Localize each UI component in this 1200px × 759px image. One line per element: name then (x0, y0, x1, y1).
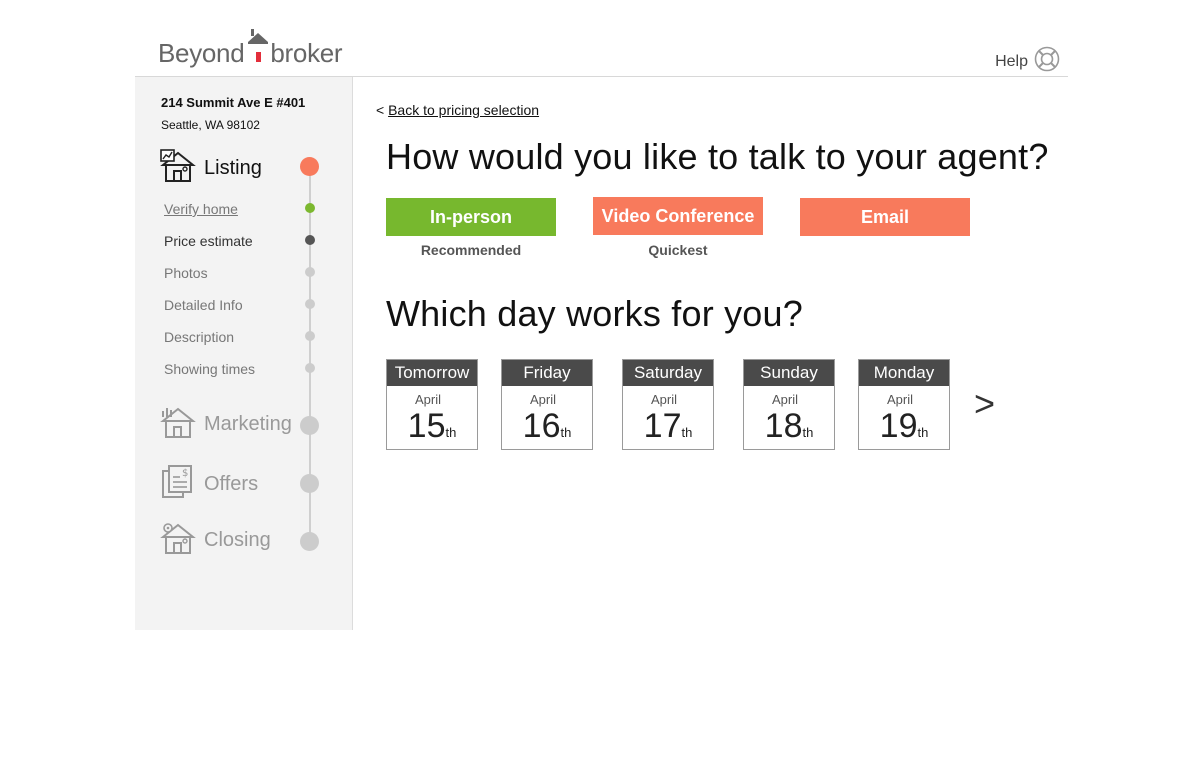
help-button[interactable]: Help (995, 46, 1060, 77)
brand-logo[interactable]: Beyond broker (158, 28, 343, 68)
sidebar-section-label: Listing (204, 157, 262, 179)
day-date: 19th (879, 407, 929, 445)
day-weekday: Tomorrow (387, 360, 477, 386)
day-date: 17th (643, 407, 693, 445)
day-date: 18th (764, 407, 814, 445)
email-button[interactable]: Email (800, 198, 970, 236)
section-status-dot (300, 157, 319, 176)
day-month: April (529, 392, 556, 407)
day-month: April (650, 392, 677, 407)
step-verify-home[interactable]: Verify home (164, 201, 238, 217)
sidebar-section-label: Offers (204, 473, 259, 495)
sidebar-section-label: Closing (204, 529, 271, 551)
step-status-dot (305, 363, 315, 373)
day-card[interactable]: Saturday April 17th (622, 359, 714, 450)
svg-text:$: $ (182, 468, 188, 479)
step-photos[interactable]: Photos (164, 265, 208, 281)
video-conference-button[interactable]: Video Conference (593, 197, 763, 235)
in-person-button[interactable]: In-person (386, 198, 556, 236)
section-status-dot (300, 474, 319, 493)
day-month: April (886, 392, 913, 407)
step-status-dot (305, 203, 315, 213)
house-gear-icon (160, 521, 198, 560)
next-days-button[interactable]: > (974, 383, 995, 425)
day-card[interactable]: Monday April 19th (858, 359, 950, 450)
step-showing-times[interactable]: Showing times (164, 361, 255, 377)
header: Beyond broker Help (135, 0, 1068, 77)
brand-name-part2: broker (270, 38, 343, 68)
day-card[interactable]: Sunday April 18th (743, 359, 835, 450)
step-status-dot (305, 331, 315, 341)
step-status-dot (305, 299, 315, 309)
step-status-dot (305, 235, 315, 245)
section-status-dot (300, 416, 319, 435)
step-price-estimate[interactable]: Price estimate (164, 233, 253, 249)
step-description[interactable]: Description (164, 329, 234, 345)
back-to-pricing-link[interactable]: < Back to pricing selection (376, 102, 539, 118)
section-status-dot (300, 532, 319, 551)
step-detailed-info[interactable]: Detailed Info (164, 297, 243, 313)
house-chart-icon (160, 149, 198, 188)
sidebar-section-listing[interactable]: Listing (160, 149, 262, 188)
sidebar-section-marketing[interactable]: Marketing (160, 405, 292, 444)
day-date: 16th (522, 407, 572, 445)
sidebar-section-label: Marketing (204, 413, 292, 435)
contact-question-heading: How would you like to talk to your agent… (386, 136, 1049, 177)
sidebar-section-offers[interactable]: $ Offers (160, 463, 258, 506)
day-month: April (771, 392, 798, 407)
house-bars-icon (160, 405, 198, 444)
back-link-label: Back to pricing selection (388, 102, 540, 118)
address-street: 214 Summit Ave E #401 (161, 95, 306, 110)
day-weekday: Friday (502, 360, 592, 386)
day-weekday: Sunday (744, 360, 834, 386)
day-month: April (414, 392, 441, 407)
day-question-heading: Which day works for you? (386, 293, 803, 334)
documents-dollar-icon: $ (160, 463, 198, 506)
day-card[interactable]: Friday April 16th (501, 359, 593, 450)
step-status-dot (305, 267, 315, 277)
brand-name-part1: Beyond (158, 38, 245, 68)
help-label: Help (995, 52, 1028, 70)
sidebar-section-closing[interactable]: Closing (160, 521, 271, 560)
video-conference-sublabel: Quickest (648, 242, 708, 258)
back-prefix: < (376, 102, 389, 118)
day-weekday: Saturday (623, 360, 713, 386)
day-weekday: Monday (859, 360, 949, 386)
day-date: 15th (407, 407, 457, 445)
address-city: Seattle, WA 98102 (161, 118, 260, 132)
sidebar: 214 Summit Ave E #401 Seattle, WA 98102 … (135, 77, 353, 630)
day-card[interactable]: Tomorrow April 15th (386, 359, 478, 450)
house-logo-icon (247, 28, 269, 68)
lifebuoy-icon (1034, 46, 1060, 77)
in-person-sublabel: Recommended (420, 242, 522, 258)
